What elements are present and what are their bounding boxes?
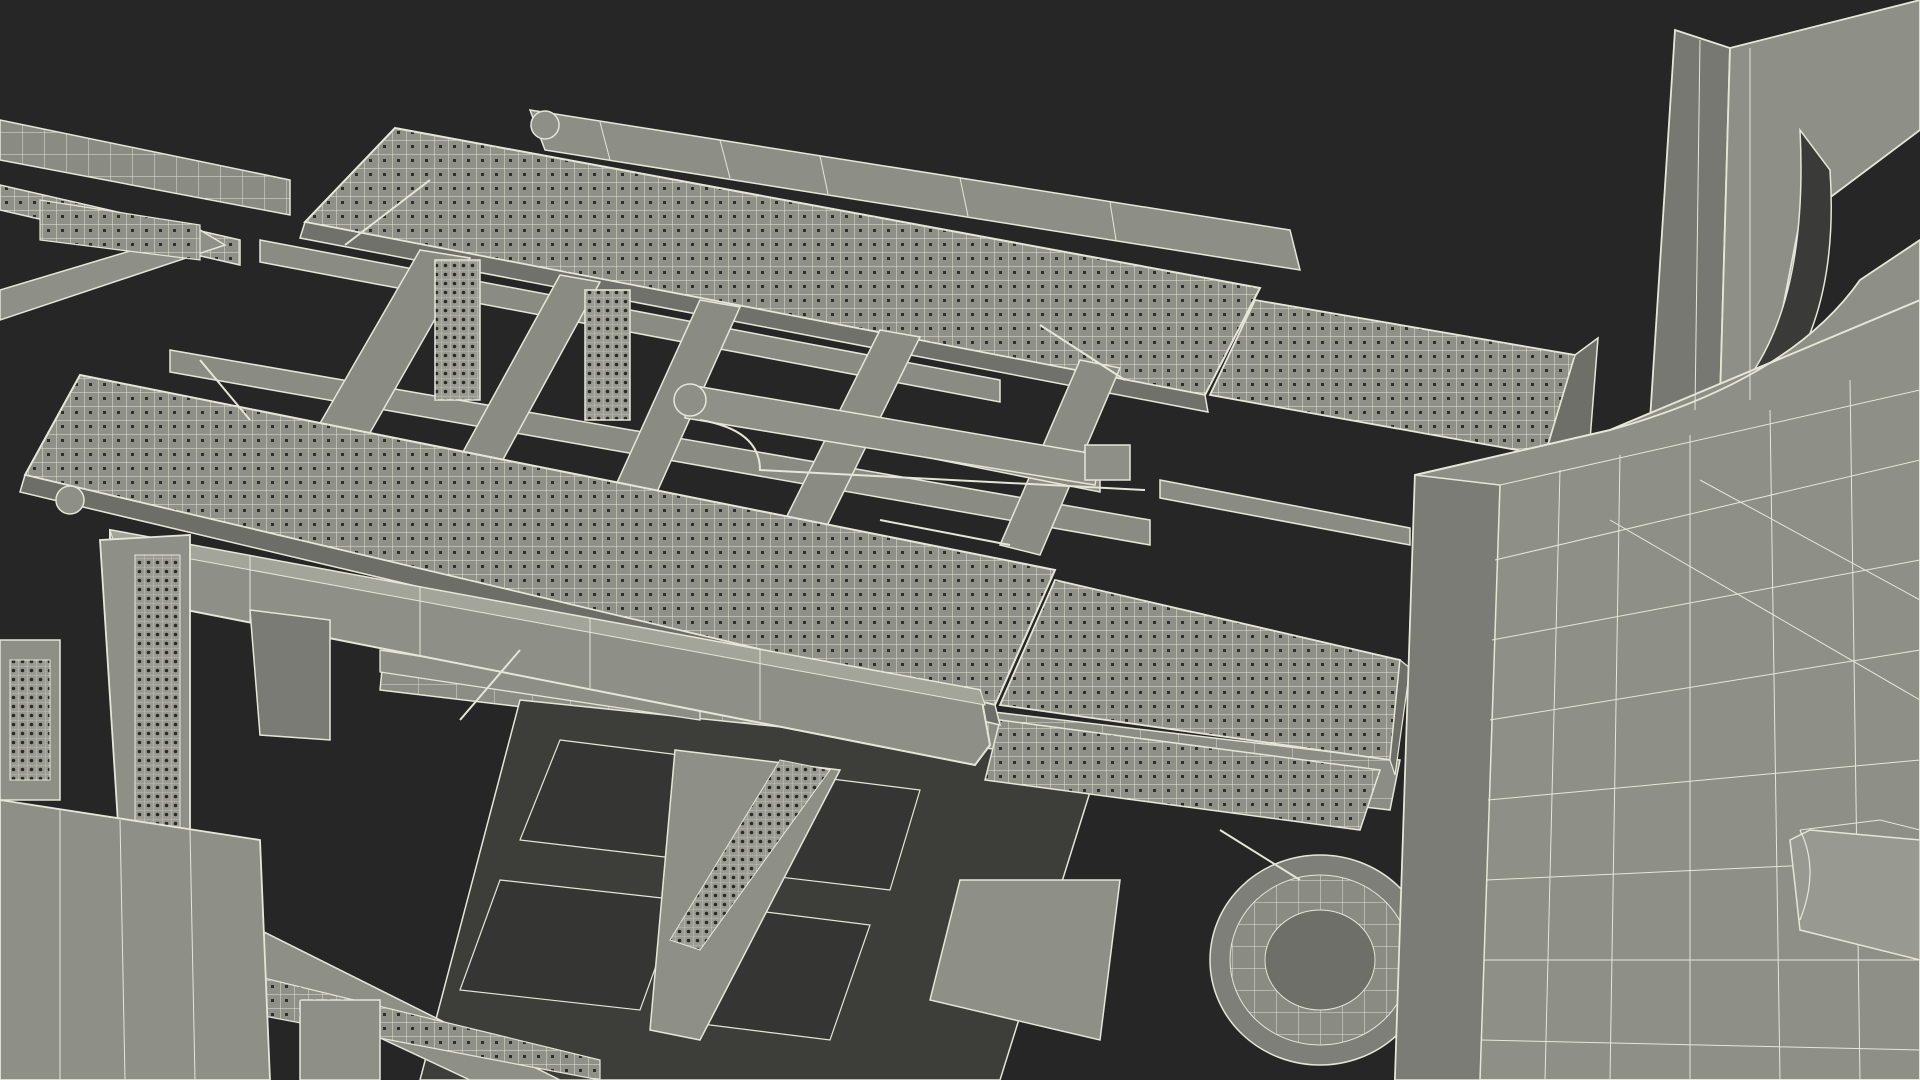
wireframe-render-canvas (0, 0, 1920, 1080)
